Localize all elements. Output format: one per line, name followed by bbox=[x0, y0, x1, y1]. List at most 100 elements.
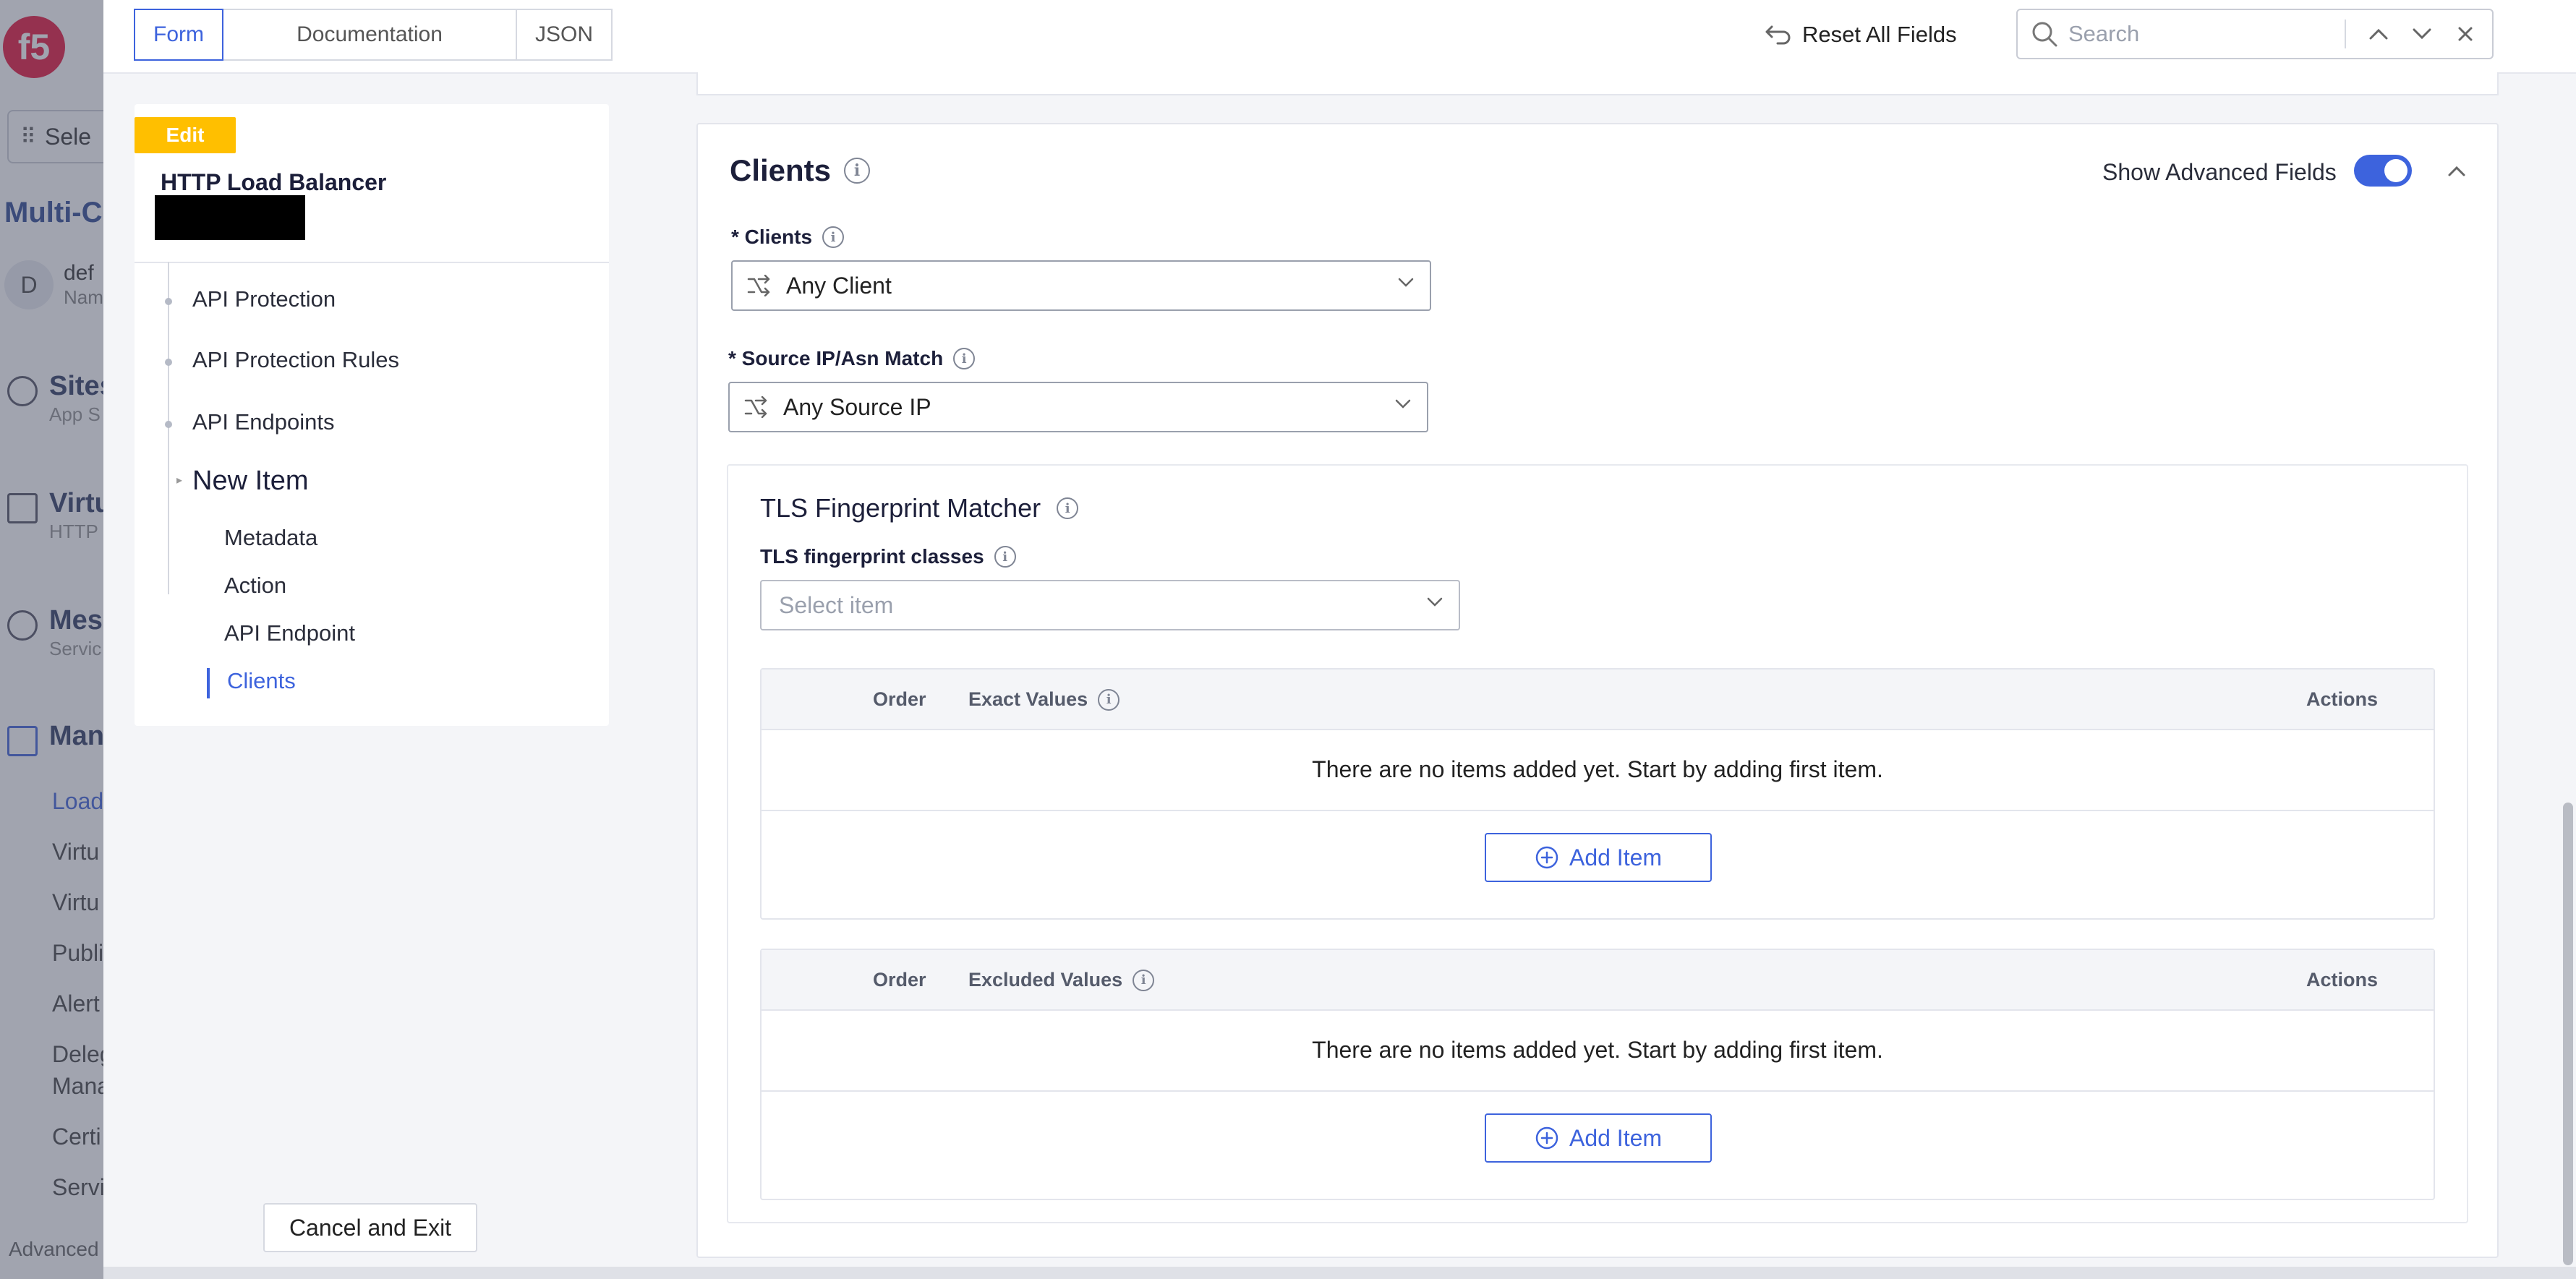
sidebar-item-virtual-text: Virtu HTTP bbox=[49, 487, 103, 543]
undo-icon bbox=[1765, 25, 1791, 45]
section-nav: Edit HTTP Load Balancer API Protection A… bbox=[135, 104, 609, 726]
nav-item-new-item[interactable]: New Item bbox=[192, 466, 308, 497]
section-title: TLS Fingerprint Matcher bbox=[760, 493, 1041, 523]
search-input[interactable] bbox=[2067, 17, 2388, 51]
namespace-sub: Nam bbox=[64, 286, 103, 309]
close-icon[interactable] bbox=[2449, 16, 2482, 52]
nav-sub-api-endpoint[interactable]: API Endpoint bbox=[224, 620, 355, 646]
sidebar-sub-item[interactable]: Alert bbox=[52, 991, 100, 1017]
nav-item-api-protection-rules[interactable]: API Protection Rules bbox=[192, 347, 399, 373]
nav-bullet bbox=[165, 359, 172, 366]
cancel-and-exit-button[interactable]: Cancel and Exit bbox=[263, 1203, 477, 1252]
sidebar-sub-item[interactable]: Servi bbox=[52, 1174, 103, 1201]
chevron-up-icon[interactable] bbox=[2362, 16, 2395, 52]
reset-all-fields-button[interactable]: Reset All Fields bbox=[1765, 14, 1957, 55]
nav-sub-metadata[interactable]: Metadata bbox=[224, 525, 317, 551]
sidebar-item-sites[interactable]: SitesApp S bbox=[7, 370, 103, 426]
source-ip-select-value: Any Source IP bbox=[783, 393, 931, 420]
object-type-title: HTTP Load Balancer bbox=[161, 169, 387, 195]
top-bar: Form Documentation JSON Reset All Fields bbox=[103, 0, 2576, 74]
show-advanced-toggle[interactable] bbox=[2354, 155, 2412, 187]
bottom-edge bbox=[103, 1267, 2576, 1279]
tls-classes-placeholder: Select item bbox=[779, 591, 894, 618]
sidebar-sub-item[interactable]: Certi bbox=[52, 1124, 101, 1150]
sidebar-item-virtual[interactable]: Virtu HTTP bbox=[7, 487, 103, 543]
namespace-avatar: D bbox=[4, 260, 54, 309]
tab-json[interactable]: JSON bbox=[516, 9, 613, 61]
add-item-label: Add Item bbox=[1569, 1124, 1663, 1151]
plus-circle-icon bbox=[1535, 1126, 1558, 1150]
col-excluded-values: Excluded Values i bbox=[968, 969, 1155, 991]
tls-classes-select[interactable]: Select item bbox=[760, 580, 1460, 630]
col-exact-values-label: Exact Values bbox=[968, 688, 1088, 710]
info-icon[interactable]: i bbox=[844, 158, 871, 184]
active-indicator bbox=[207, 668, 210, 698]
workspace-select-label: Sele bbox=[44, 123, 92, 150]
scrollbar[interactable] bbox=[2563, 803, 2573, 1265]
tls-title-row: TLS Fingerprint Matcher i bbox=[760, 493, 1079, 523]
redacted-name bbox=[155, 195, 305, 240]
search-box bbox=[2016, 9, 2494, 59]
chevron-down-icon bbox=[1398, 278, 1414, 287]
sidebar-sub-item[interactable]: Mana bbox=[52, 1073, 103, 1100]
mesh-icon bbox=[7, 610, 38, 641]
sidebar-sub-item[interactable]: Deleg bbox=[52, 1041, 103, 1068]
col-order: Order bbox=[873, 688, 926, 710]
nav-item-api-protection[interactable]: API Protection bbox=[192, 286, 336, 312]
sidebar-sub-item[interactable]: Publi bbox=[52, 940, 103, 967]
sidebar-sub-item[interactable]: Load bbox=[52, 788, 103, 815]
col-actions: Actions bbox=[2306, 688, 2379, 710]
caret-right-icon: ▸ bbox=[176, 474, 183, 487]
sidebar-item-sites-text: SitesApp S bbox=[49, 370, 103, 426]
divider bbox=[135, 262, 609, 263]
servers-icon bbox=[7, 493, 38, 523]
add-item-button[interactable]: Add Item bbox=[1485, 833, 1712, 882]
sidebar-sub-item[interactable]: Virtu bbox=[52, 839, 99, 865]
clients-select-value: Any Client bbox=[786, 272, 892, 299]
add-item-button[interactable]: Add Item bbox=[1485, 1113, 1712, 1163]
clients-title-row: Clients i bbox=[730, 153, 871, 188]
globe-icon bbox=[7, 376, 38, 406]
col-order: Order bbox=[873, 969, 926, 991]
sidebar-item-manage-text: Man bbox=[49, 720, 103, 753]
source-ip-select[interactable]: Any Source IP bbox=[728, 382, 1428, 432]
empty-message: There are no items added yet. Start by a… bbox=[762, 729, 2434, 811]
empty-message: There are no items added yet. Start by a… bbox=[762, 1009, 2434, 1092]
wrench-icon bbox=[7, 726, 38, 756]
nav-sub-clients[interactable]: Clients bbox=[227, 668, 296, 694]
f5-logo[interactable]: f5 bbox=[3, 16, 65, 78]
info-icon[interactable]: i bbox=[1133, 969, 1155, 991]
chevron-up-icon[interactable] bbox=[2441, 155, 2473, 187]
info-icon[interactable]: i bbox=[1098, 688, 1120, 711]
namespace-text: def Nam bbox=[64, 260, 103, 309]
sidebar-item-mesh[interactable]: Mes Servic bbox=[7, 604, 103, 660]
info-icon[interactable]: i bbox=[994, 546, 1016, 568]
sidebar-item-label: Man bbox=[49, 721, 103, 751]
tab-documentation[interactable]: Documentation bbox=[222, 9, 517, 61]
sidebar-sub-item[interactable]: Virtu bbox=[52, 889, 99, 916]
add-item-label: Add Item bbox=[1569, 844, 1663, 871]
show-advanced-label: Show Advanced Fields bbox=[2102, 159, 2337, 185]
field-label-text: * Clients bbox=[731, 226, 813, 248]
choice-icon bbox=[747, 275, 770, 296]
info-icon[interactable]: i bbox=[1057, 497, 1079, 519]
clients-select[interactable]: Any Client bbox=[731, 260, 1431, 311]
workspace-select[interactable]: ⠿ Sele bbox=[7, 110, 103, 163]
info-icon[interactable]: i bbox=[822, 226, 845, 248]
chevron-down-icon bbox=[1395, 399, 1411, 408]
nav-item-api-endpoints[interactable]: API Endpoints bbox=[192, 409, 334, 435]
nav-sub-action[interactable]: Action bbox=[224, 573, 286, 599]
sidebar-item-sub: HTTP bbox=[49, 520, 98, 542]
sidebar-advanced-link[interactable]: Advanced bbox=[9, 1238, 99, 1261]
info-icon[interactable]: i bbox=[953, 348, 976, 369]
tls-classes-label: TLS fingerprint classes i bbox=[760, 545, 1016, 568]
reset-all-fields-label: Reset All Fields bbox=[1802, 22, 1957, 47]
search-divider bbox=[2345, 20, 2346, 48]
field-label-text: * Source IP/Asn Match bbox=[728, 347, 944, 369]
namespace-selector[interactable]: D def Nam bbox=[4, 260, 103, 309]
sidebar-item-manage[interactable]: Man bbox=[7, 720, 103, 756]
chevron-down-icon[interactable] bbox=[2405, 16, 2439, 52]
nav-bullet bbox=[165, 421, 172, 428]
tab-form[interactable]: Form bbox=[134, 9, 223, 61]
sidebar-item-label: Mes bbox=[49, 605, 103, 636]
